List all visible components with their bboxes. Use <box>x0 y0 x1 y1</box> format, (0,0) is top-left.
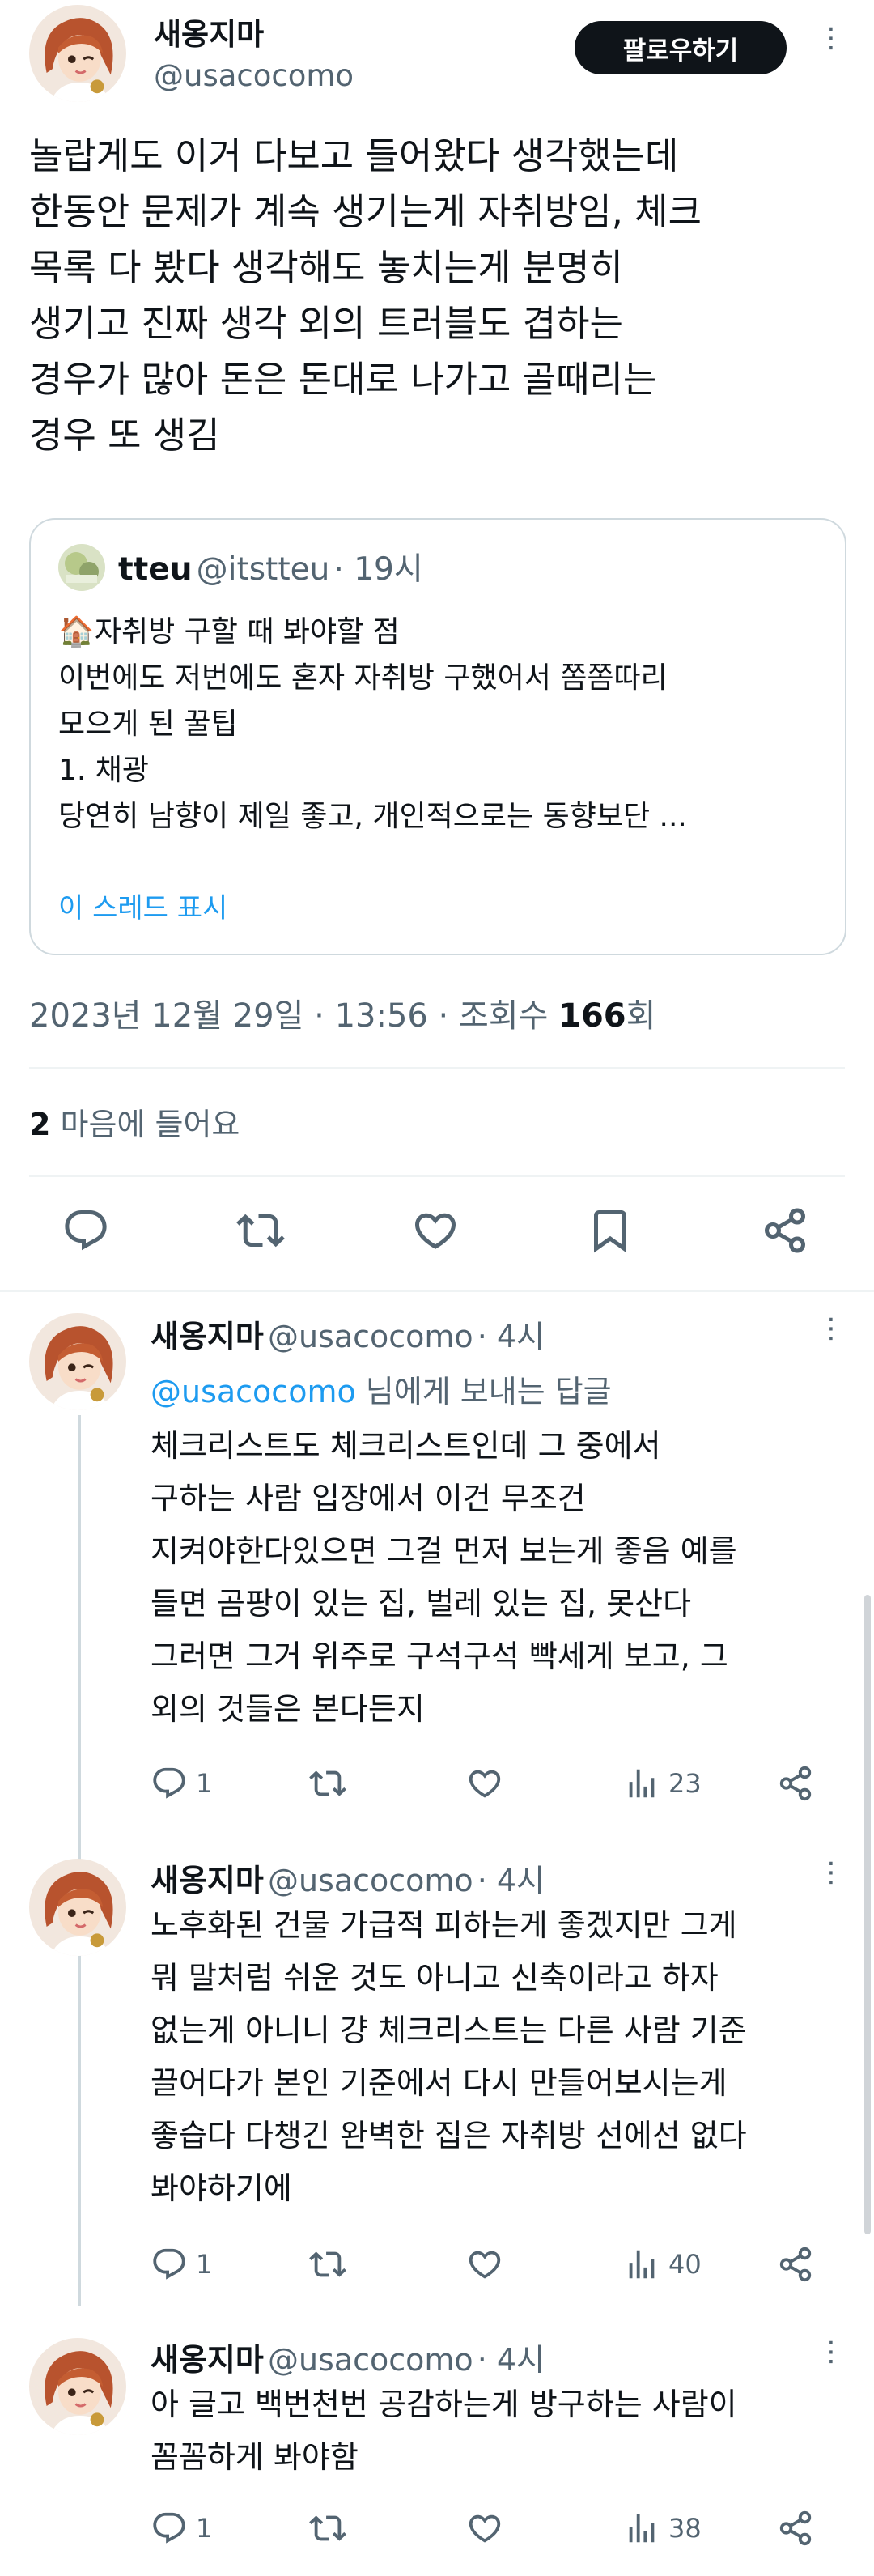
quote-line-1: 🏠자취방 구할 때 봐야할 점 <box>58 615 400 648</box>
reply-author-name[interactable]: 새옹지마 <box>151 2342 264 2378</box>
scrollbar[interactable] <box>864 1595 871 2234</box>
reply-author-handle[interactable]: @usacocomo <box>268 2342 473 2378</box>
reply-time[interactable]: · 4시 <box>477 1863 545 1898</box>
quote-author-name: tteu <box>118 551 193 588</box>
like-button[interactable] <box>466 2246 503 2283</box>
quote-time: · 19시 <box>333 551 423 588</box>
reply-text: 노후화된 건물 가급적 피하는게 좋겠지만 그게 뭐 말처럼 쉬운 것도 아니고… <box>151 1907 747 2206</box>
share-icon <box>777 1765 814 1802</box>
share-icon[interactable] <box>761 1206 809 1255</box>
more-icon[interactable]: ⋮ <box>817 2338 845 2366</box>
retweet-button[interactable] <box>309 2510 346 2547</box>
author-name[interactable]: 새옹지마 <box>154 10 264 53</box>
like-icon <box>466 2246 503 2283</box>
retweet-icon[interactable] <box>236 1206 285 1255</box>
likes-count: 2 <box>29 1107 51 1142</box>
more-icon[interactable]: ⋮ <box>817 1859 845 1886</box>
like-icon <box>466 1765 503 1802</box>
views-button[interactable]: 40 <box>623 2246 702 2283</box>
reply-time[interactable]: · 4시 <box>477 2342 545 2378</box>
views-button[interactable]: 23 <box>623 1765 702 1802</box>
likes-summary[interactable]: 2 마음에 들어요 <box>29 1099 240 1144</box>
reply-author-handle[interactable]: @usacocomo <box>268 1863 473 1898</box>
reply-button[interactable]: 1 <box>151 1765 212 1802</box>
like-button[interactable] <box>466 2510 503 2547</box>
retweet-icon <box>309 2246 346 2283</box>
views-count: 38 <box>668 2513 702 2544</box>
reply-time[interactable]: · 4시 <box>477 1319 545 1354</box>
reply-icon <box>151 1765 188 1802</box>
follow-button[interactable]: 팔로우하기 <box>575 21 787 74</box>
retweet-button[interactable] <box>309 2246 346 2283</box>
reply-button[interactable]: 1 <box>151 2510 212 2547</box>
views-count: 40 <box>668 2249 702 2280</box>
reply-header: 새옹지마 @usacocomo · 4시 <box>151 1855 545 1900</box>
reply-author-handle[interactable]: @usacocomo <box>268 1319 473 1354</box>
reply-count: 1 <box>196 2249 213 2280</box>
reply-avatar[interactable] <box>29 2338 126 2435</box>
tweet-meta: 2023년 12월 29일 · 13:56 · 조회수 166회 <box>29 997 656 1035</box>
quote-author-avatar <box>58 544 105 591</box>
reply-avatar[interactable] <box>29 1859 126 1956</box>
more-icon[interactable]: ⋮ <box>817 1315 845 1342</box>
quote-line-3: 모으게 된 꿀팁 <box>58 708 238 741</box>
reply-avatar[interactable] <box>29 1313 126 1410</box>
reply-count: 1 <box>196 1768 213 1799</box>
views-icon <box>623 2246 660 2283</box>
reply-author-name[interactable]: 새옹지마 <box>151 1319 264 1354</box>
retweet-icon <box>309 1765 346 1802</box>
share-button[interactable] <box>777 1765 814 1802</box>
reply-mention[interactable]: @usacocomo <box>151 1374 356 1409</box>
quote-tweet-card[interactable]: tteu @itstteu · 19시 🏠자취방 구할 때 봐야할 점 이번에도… <box>29 518 846 955</box>
reply-icon <box>151 2246 188 2283</box>
share-icon <box>777 2510 814 2547</box>
views-icon <box>623 1765 660 1802</box>
bookmark-icon[interactable] <box>586 1206 634 1255</box>
divider <box>0 1290 874 1292</box>
reply-count: 1 <box>196 2513 213 2544</box>
likes-label: 마음에 들어요 <box>50 1107 240 1142</box>
share-icon <box>777 2246 814 2283</box>
quote-line-4: 1. 채광 <box>58 754 150 787</box>
retweet-icon <box>309 2510 346 2547</box>
share-button[interactable] <box>777 2246 814 2283</box>
author-handle[interactable]: @usacocomo <box>154 58 354 93</box>
view-count[interactable]: 166 <box>558 997 626 1035</box>
reply-button[interactable]: 1 <box>151 2246 212 2283</box>
tweet-date: 2023년 12월 29일 · 13:56 · 조회수 <box>29 997 559 1035</box>
like-icon[interactable] <box>411 1206 460 1255</box>
retweet-button[interactable] <box>309 1765 346 1802</box>
views-icon <box>623 2510 660 2547</box>
divider <box>29 1175 845 1177</box>
reply-author-name[interactable]: 새옹지마 <box>151 1863 264 1898</box>
tweet-text: 놀랍게도 이거 다보고 들어왔다 생각했는데 한동안 문제가 계속 생기는게 자… <box>29 134 702 457</box>
like-icon <box>466 2510 503 2547</box>
reply-header: 새옹지마 @usacocomo · 4시 <box>151 2335 545 2379</box>
divider <box>29 1067 845 1069</box>
author-avatar[interactable] <box>29 5 126 102</box>
house-emoji-icon: 🏠 <box>58 615 95 648</box>
quote-text: 🏠자취방 구할 때 봐야할 점 이번에도 저번에도 혼자 자취방 구했어서 쫌쫌… <box>58 609 827 840</box>
reply-icon[interactable] <box>62 1206 110 1255</box>
quote-line-5: 당연히 남향이 제일 좋고, 개인적으로는 동향보단 ... <box>58 800 687 833</box>
reply-text: 아 글고 백번천번 공감하는게 방구하는 사람이 꼼꼼하게 봐야함 <box>151 2387 737 2475</box>
reply-icon <box>151 2510 188 2547</box>
show-thread-link[interactable]: 이 스레드 표시 <box>58 886 227 925</box>
like-button[interactable] <box>466 1765 503 1802</box>
views-count: 23 <box>668 1768 702 1799</box>
reply-header: 새옹지마 @usacocomo · 4시 <box>151 1311 545 1356</box>
replying-to: @usacocomo 님에게 보내는 답글 <box>151 1374 612 1409</box>
views-button[interactable]: 38 <box>623 2510 702 2547</box>
quote-line-2: 이번에도 저번에도 혼자 자취방 구했어서 쫌쫌따리 <box>58 661 668 695</box>
quote-author-handle: @itstteu <box>196 551 330 588</box>
more-icon[interactable]: ⋮ <box>817 24 845 52</box>
reply-text: 체크리스트도 체크리스트인데 그 중에서 구하는 사람 입장에서 이건 무조건 … <box>151 1428 737 1727</box>
share-button[interactable] <box>777 2510 814 2547</box>
